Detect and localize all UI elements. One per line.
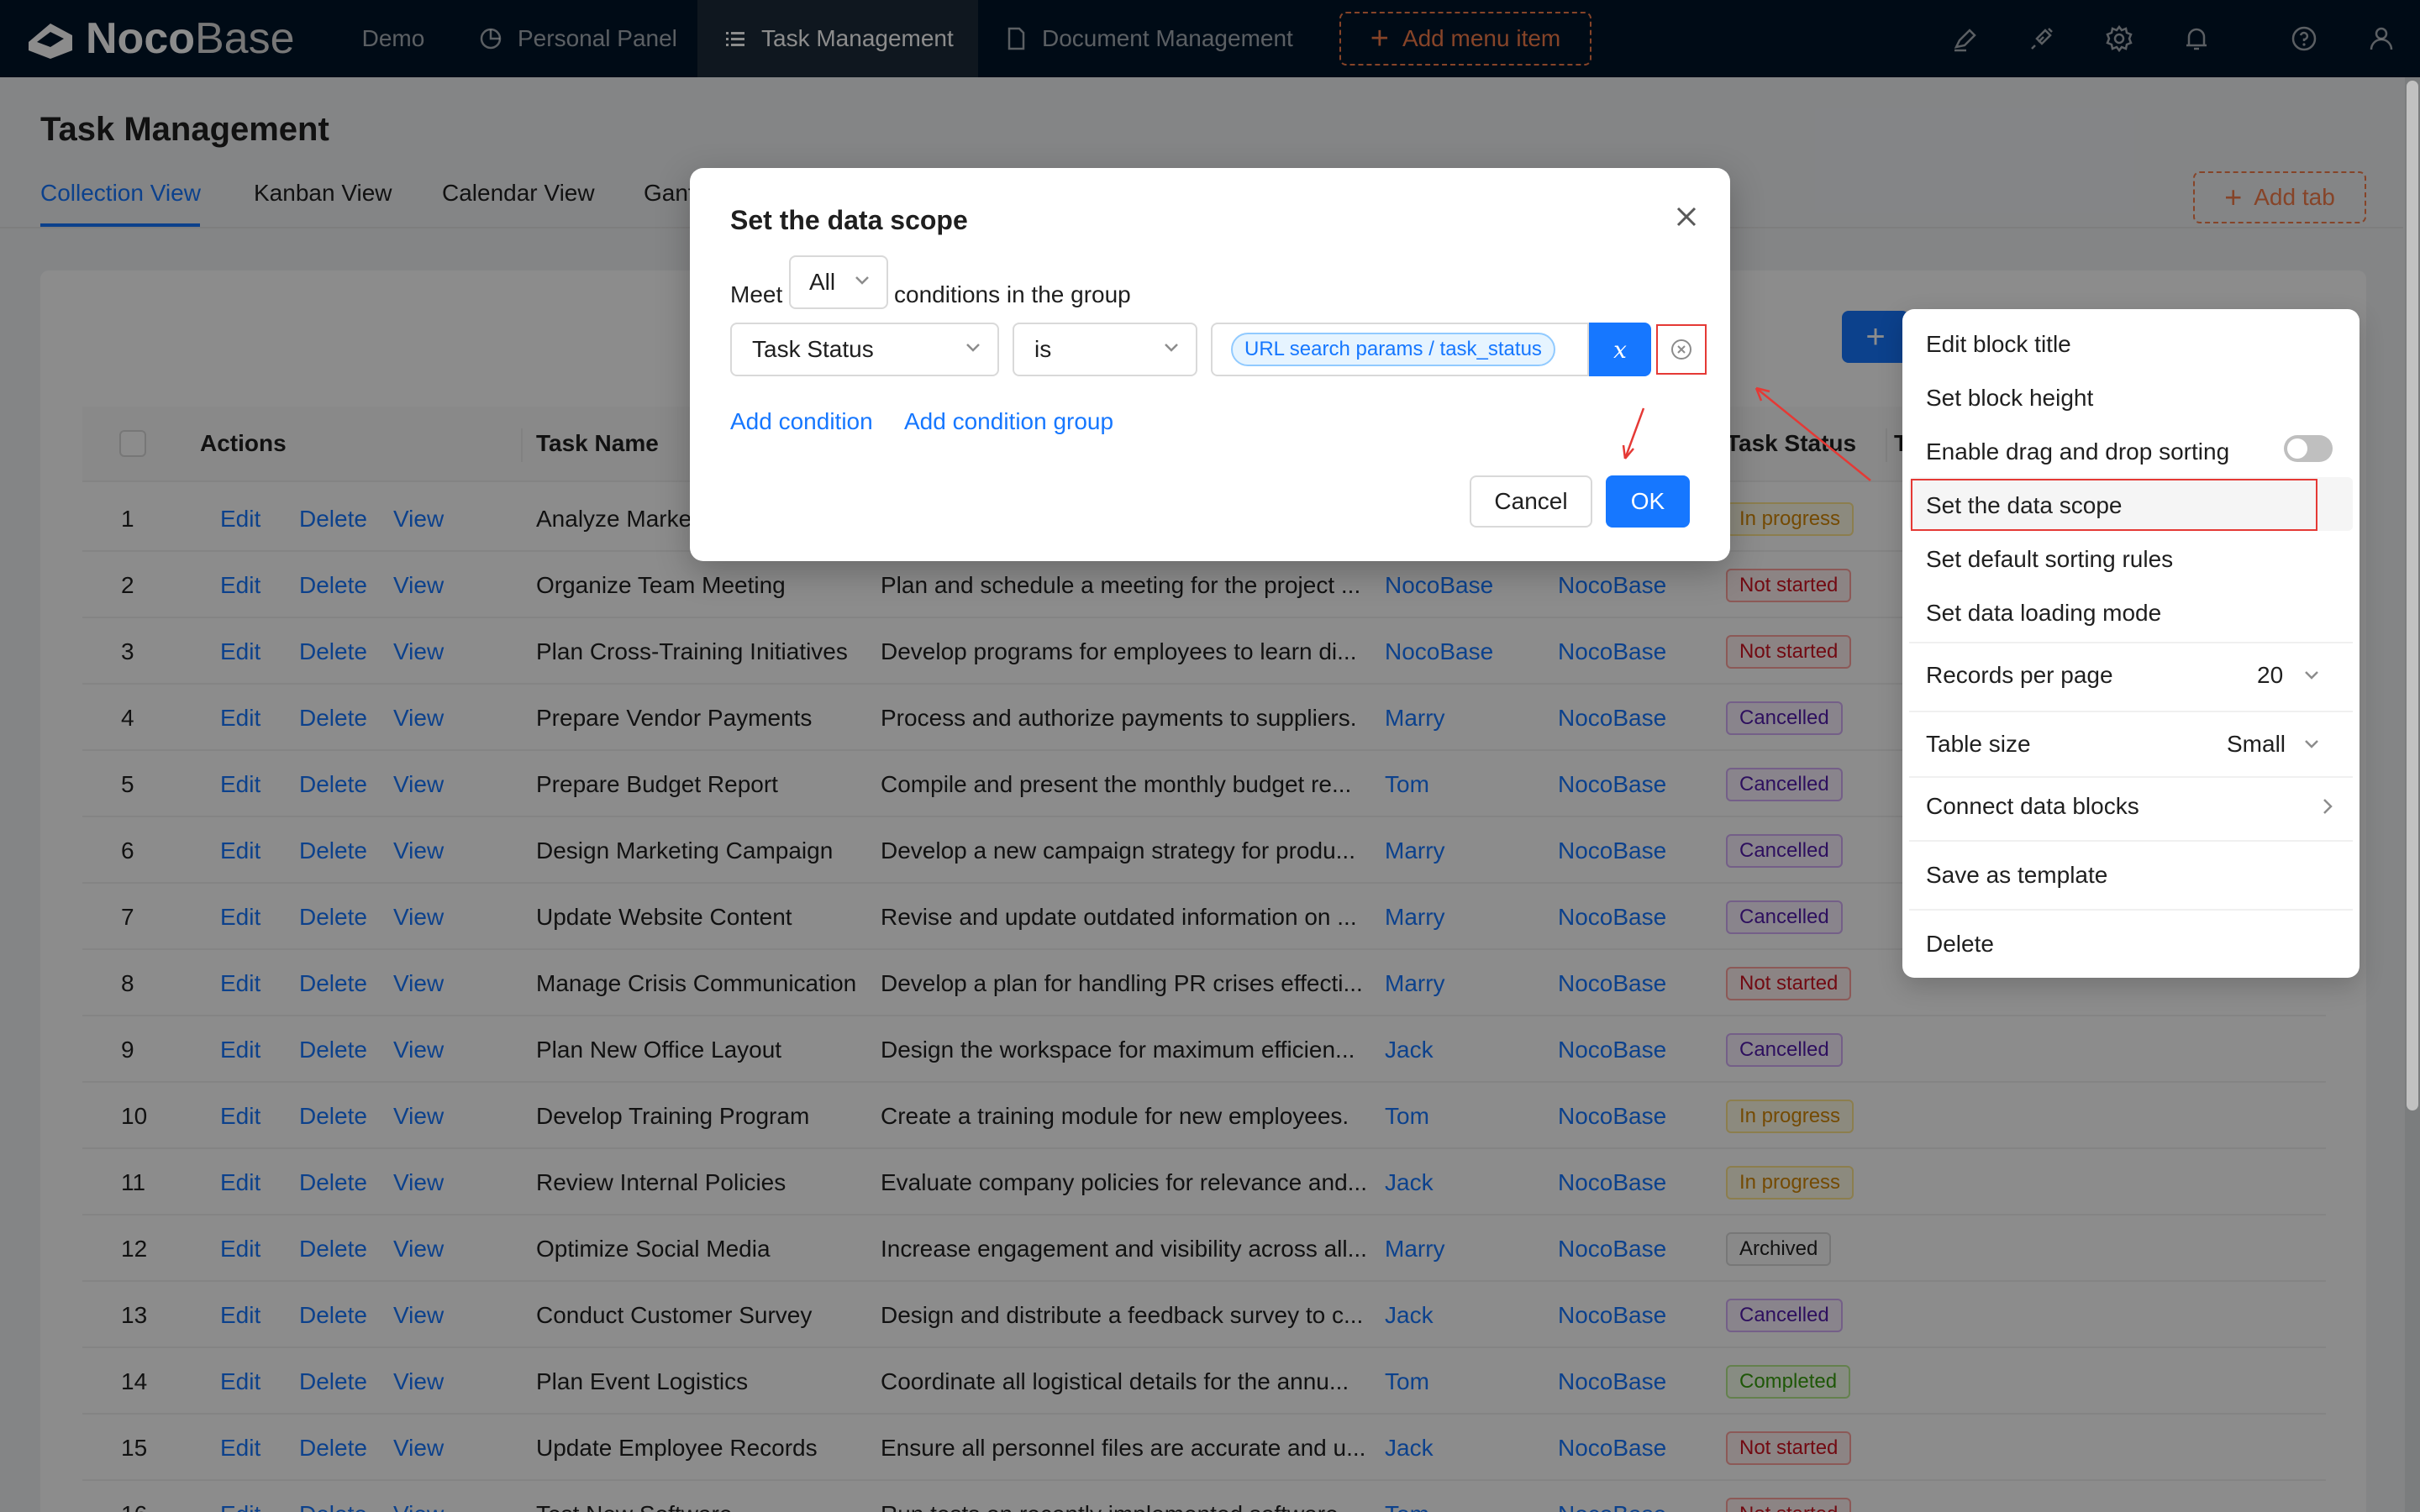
- page-scrollbar-thumb[interactable]: [2407, 81, 2418, 1110]
- nav-item-demo[interactable]: Demo: [343, 0, 444, 77]
- drag-sort-toggle[interactable]: [2284, 435, 2333, 462]
- meet-suffix-label: conditions in the group: [894, 281, 1131, 307]
- pie-chart-icon: [480, 28, 502, 50]
- add-condition-link[interactable]: Add condition: [730, 408, 873, 435]
- menu-item-save-as-template[interactable]: Save as template: [1926, 862, 2107, 889]
- menu-item-set-block-height[interactable]: Set block height: [1926, 385, 2093, 412]
- help-icon[interactable]: [2287, 22, 2321, 55]
- remove-condition-button[interactable]: [1656, 324, 1707, 375]
- chevron-down-icon: [2305, 671, 2318, 680]
- highlighter-icon[interactable]: [1948, 22, 1981, 55]
- condition-group-header: Meet: [730, 269, 782, 321]
- chevron-right-icon: [2323, 799, 2333, 814]
- gear-icon[interactable]: [2102, 22, 2136, 55]
- add-menu-item-label: Add menu item: [1402, 25, 1561, 51]
- field-select[interactable]: Task Status: [730, 323, 999, 376]
- cancel-button[interactable]: Cancel: [1470, 475, 1592, 528]
- meet-prefix-label: Meet: [730, 281, 783, 307]
- menu-divider: [1909, 642, 2353, 643]
- top-navigation: Noco Base Demo Personal Panel Task Manage…: [0, 0, 2420, 77]
- nav-item-label: Personal Panel: [518, 25, 677, 51]
- menu-item-records-per-page[interactable]: Records per page: [1926, 662, 2113, 689]
- toggle-knob: [2287, 438, 2307, 459]
- file-icon: [1007, 27, 1025, 50]
- records-per-page-value[interactable]: 20: [2257, 662, 2283, 689]
- nav-item-document-management[interactable]: Document Management: [1005, 0, 1293, 77]
- menu-item-table-size[interactable]: Table size: [1926, 731, 2031, 758]
- nav-item-task-management[interactable]: Task Management: [697, 0, 978, 77]
- plus-icon: +: [1370, 20, 1389, 56]
- variable-tag[interactable]: URL search params / task_status: [1231, 333, 1555, 366]
- nav-item-label: Task Management: [761, 25, 954, 51]
- nav-item-label: Demo: [361, 25, 425, 51]
- ok-button[interactable]: OK: [1606, 475, 1690, 528]
- logo-text-light: Base: [195, 14, 295, 63]
- nav-item-personal-panel[interactable]: Personal Panel: [471, 0, 677, 77]
- block-settings-menu: Edit block title Set block height Enable…: [1902, 309, 2360, 978]
- chevron-down-icon: [966, 344, 980, 352]
- meet-suffix: conditions in the group: [894, 269, 1131, 321]
- logo-text-bold: Noco: [86, 14, 195, 63]
- chevron-down-icon: [1165, 344, 1178, 352]
- variable-picker-button[interactable]: x: [1589, 323, 1651, 376]
- close-icon[interactable]: [1670, 200, 1703, 234]
- menu-item-edit-block-title[interactable]: Edit block title: [1926, 331, 2071, 358]
- nav-item-label: Document Management: [1042, 25, 1293, 51]
- menu-item-delete[interactable]: Delete: [1926, 931, 1994, 958]
- close-circle-icon: [1671, 339, 1691, 360]
- nocobase-logo[interactable]: Noco Base: [25, 14, 295, 63]
- table-size-value[interactable]: Small: [2227, 731, 2286, 758]
- chevron-down-icon: [855, 276, 869, 285]
- modal-title: Set the data scope: [730, 205, 968, 235]
- menu-item-set-default-sorting[interactable]: Set default sorting rules: [1926, 546, 2173, 573]
- add-menu-item-button[interactable]: + Add menu item: [1339, 12, 1591, 66]
- user-icon[interactable]: [2365, 22, 2398, 55]
- plugin-icon[interactable]: [2025, 22, 2059, 55]
- meet-select-value: All: [809, 269, 836, 295]
- menu-divider: [1909, 711, 2353, 712]
- menu-item-enable-drag-sort[interactable]: Enable drag and drop sorting: [1926, 438, 2229, 465]
- field-select-value: Task Status: [752, 336, 874, 362]
- menu-item-set-data-loading[interactable]: Set data loading mode: [1926, 600, 2161, 627]
- bell-icon[interactable]: [2180, 22, 2213, 55]
- menu-divider: [1909, 909, 2353, 911]
- logo-mark-icon: [29, 24, 72, 59]
- operator-select-value: is: [1034, 336, 1052, 362]
- add-condition-group-link[interactable]: Add condition group: [904, 408, 1113, 435]
- menu-divider: [1909, 840, 2353, 842]
- chevron-down-icon: [2305, 740, 2318, 748]
- meet-select[interactable]: All: [789, 255, 888, 309]
- operator-select[interactable]: is: [1013, 323, 1197, 376]
- value-variable-input[interactable]: URL search params / task_status: [1211, 323, 1589, 376]
- menu-item-connect-data-blocks[interactable]: Connect data blocks: [1926, 793, 2139, 820]
- highlight-box-set-data-scope: [1911, 479, 2317, 531]
- menu-divider: [1909, 776, 2353, 778]
- list-icon: [726, 32, 744, 46]
- data-scope-modal: Set the data scope Meet All conditions i…: [690, 168, 1730, 561]
